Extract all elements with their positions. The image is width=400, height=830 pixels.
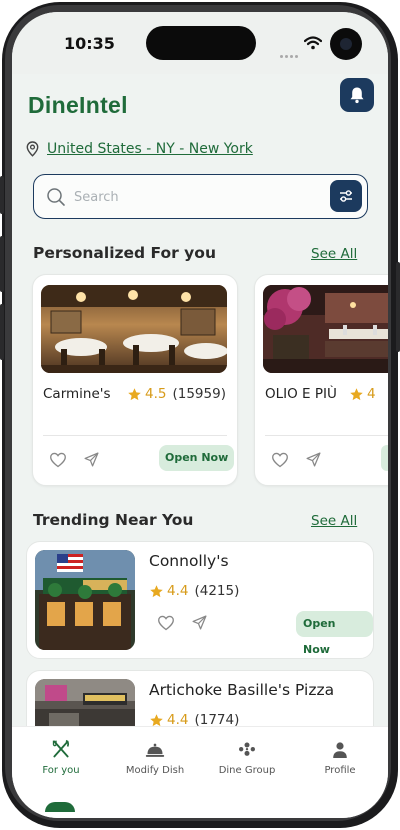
nav-label: Profile [324,765,356,776]
status-time: 10:35 [64,34,115,53]
restaurant-photo [35,550,135,650]
wifi-icon [304,36,322,50]
signal-icon [280,43,300,58]
card-actions [49,451,100,468]
open-now-badge: Open Now [159,445,235,471]
star-icon [350,387,363,400]
front-camera [330,28,362,60]
rating: 4.5 (15959) [127,386,226,402]
nav-label: Dine Group [218,765,276,776]
restaurant-name: Carmine's [43,386,111,402]
star-icon [150,584,163,597]
heart-icon[interactable] [49,452,67,468]
bottom-navigation: For you Modify Dish Dine Group Profile [12,726,388,818]
person-icon [333,742,347,758]
nav-label: Modify Dish [125,765,185,776]
rating: 4 [349,386,376,402]
share-icon[interactable] [305,451,322,468]
volume-down-button [0,304,4,360]
rating-value: 4.5 [145,386,167,402]
share-icon[interactable] [83,451,100,468]
card-actions [157,614,208,631]
nav-profile[interactable]: Profile [293,737,387,776]
rating-count: (4215) [194,583,240,599]
volume-up-button [0,236,4,292]
sliders-icon [340,190,352,202]
trending-title: Trending Near You [33,511,194,529]
search-bar[interactable] [33,174,368,219]
group-icon [239,742,255,756]
card-actions [271,451,322,468]
trending-see-all-link[interactable]: See All [311,513,357,529]
open-now-badge [381,445,388,471]
location-text[interactable]: United States - NY - New York [47,141,253,157]
location-selector[interactable]: United States - NY - New York [26,141,253,157]
nav-for-you[interactable]: For you [14,737,108,776]
search-input[interactable] [74,185,314,209]
dynamic-island [146,26,256,60]
heart-icon[interactable] [157,615,175,631]
restaurant-name: Artichoke Basille's Pizza [149,681,335,699]
restaurant-name: OLIO E PIÙ [265,386,337,402]
app-logo: DineIntel [28,92,128,118]
pin-icon [26,141,39,157]
card-divider [43,435,227,436]
fork-knife-icon [52,739,70,758]
active-tab-indicator [45,802,75,812]
restaurant-photo [41,285,227,373]
rating-value: 4 [367,386,376,402]
trending-restaurant-card[interactable]: Connolly's 4.4 (4215) Open Now [26,541,374,659]
star-icon [128,387,141,400]
search-icon [47,188,65,206]
heart-icon[interactable] [271,452,289,468]
nav-label: For you [42,765,80,776]
card-divider [265,435,388,436]
personalized-title: Personalized For you [33,244,216,262]
open-now-badge: Open Now [296,611,373,656]
restaurant-card[interactable]: OLIO E PIÙ 4 [254,274,388,486]
filter-button[interactable] [330,180,362,212]
rating: 4.4 (4215) [149,583,239,599]
power-button [396,262,400,352]
rating-count: (15959) [172,386,226,402]
restaurant-photo [263,285,388,373]
nav-modify-dish[interactable]: Modify Dish [108,737,202,776]
nav-dine-group[interactable]: Dine Group [200,737,294,776]
notifications-button[interactable] [340,78,374,112]
app-screen: 10:35 DineIntel United States - NY - New… [12,12,388,818]
bell-icon [350,87,364,104]
personalized-see-all-link[interactable]: See All [311,246,357,262]
restaurant-name: Connolly's [149,552,229,570]
restaurant-card[interactable]: Carmine's 4.5 (15959) Open Now [32,274,238,486]
mute-switch [0,176,4,214]
status-bar: 10:35 [12,12,388,74]
rating-value: 4.4 [167,583,189,599]
share-icon[interactable] [191,614,208,631]
cloche-icon [145,743,165,757]
